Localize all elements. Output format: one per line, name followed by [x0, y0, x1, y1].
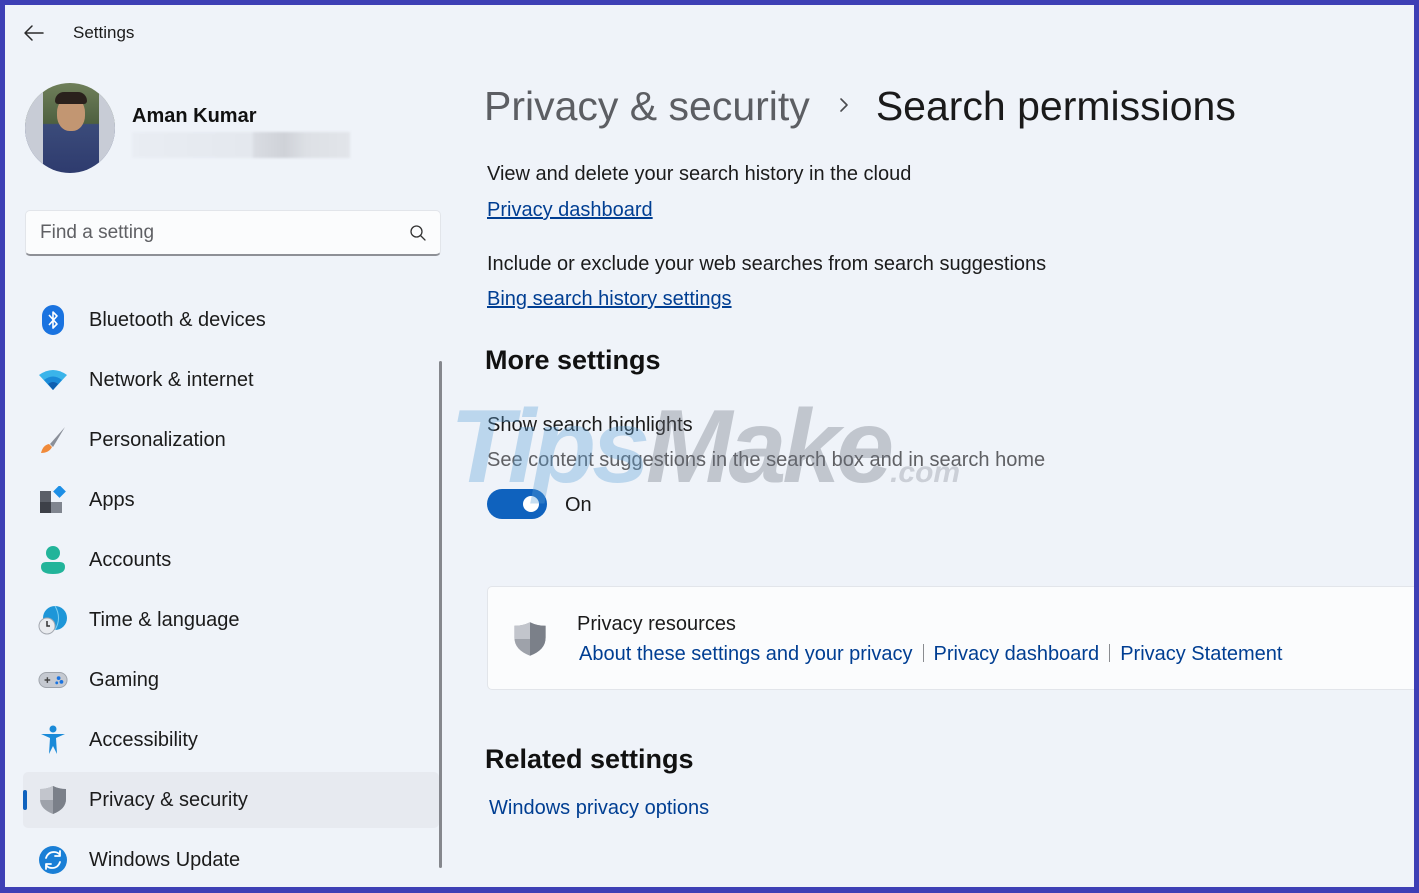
settings-window: Settings Aman Kumar Bluetooth & devices: [5, 5, 1414, 887]
sync-icon: [38, 845, 68, 875]
toggle-state-label: On: [565, 494, 592, 516]
paintbrush-icon: [38, 425, 68, 455]
sidebar-item-label: Apps: [89, 488, 135, 511]
watermark-part: Make: [645, 389, 894, 505]
wifi-icon: [38, 365, 68, 395]
breadcrumb: Privacy & security Search permissions: [484, 83, 1236, 130]
globe-clock-icon: [38, 605, 68, 635]
shield-icon: [38, 785, 68, 815]
sidebar-item-bluetooth-devices[interactable]: Bluetooth & devices: [23, 292, 439, 348]
sidebar-item-gaming[interactable]: Gaming: [23, 652, 439, 708]
toggle-knob: [523, 496, 539, 512]
sidebar-item-apps[interactable]: Apps: [23, 472, 439, 528]
avatar-hair: [55, 92, 87, 104]
privacy-resources-links: About these settings and your privacy Pr…: [579, 643, 1282, 666]
gamepad-icon: [38, 665, 68, 695]
search-icon[interactable]: [396, 211, 440, 255]
link-divider: [922, 644, 924, 662]
sidebar-item-label: Accessibility: [89, 728, 198, 751]
page-title: Search permissions: [875, 83, 1236, 129]
user-email-redacted: [132, 132, 350, 158]
history-cloud-description: View and delete your search history in t…: [487, 163, 912, 185]
sidebar-item-label: Gaming: [89, 668, 160, 691]
sidebar-item-label: Windows Update: [89, 848, 241, 871]
sidebar-item-privacy-security[interactable]: Privacy & security: [23, 772, 439, 828]
privacy-resources-title: Privacy resources: [577, 613, 736, 635]
search-highlights-toggle[interactable]: [487, 489, 547, 519]
sidebar-item-accessibility[interactable]: Accessibility: [23, 712, 439, 768]
privacy-statement-link[interactable]: Privacy Statement: [1120, 643, 1282, 666]
person-icon: [38, 545, 68, 575]
watermark-part: Tips: [450, 389, 650, 505]
search-box[interactable]: [25, 210, 441, 256]
arrow-left-icon: [24, 25, 44, 41]
sidebar-item-label: Bluetooth & devices: [89, 308, 266, 331]
shield-icon: [512, 621, 548, 657]
user-name: Aman Kumar: [132, 105, 257, 127]
chevron-right-icon: [838, 93, 850, 121]
web-searches-description: Include or exclude your web searches fro…: [487, 253, 1047, 275]
sidebar-item-label: Time & language: [89, 608, 240, 631]
accessibility-icon: [38, 725, 68, 755]
link-divider: [1109, 644, 1111, 662]
privacy-resources-card: Privacy resources About these settings a…: [487, 586, 1414, 690]
sidebar-scrollbar[interactable]: [439, 361, 442, 868]
search-highlights-description: See content suggestions in the search bo…: [487, 449, 1046, 471]
selected-indicator: [23, 790, 27, 810]
apps-icon: [38, 485, 68, 515]
related-settings-heading: Related settings: [485, 744, 694, 774]
sidebar-item-label: Personalization: [89, 428, 226, 451]
app-title: Settings: [73, 23, 135, 42]
back-button[interactable]: [21, 21, 47, 45]
bluetooth-icon: [38, 305, 68, 335]
sidebar-item-label: Network & internet: [89, 368, 254, 391]
about-settings-privacy-link[interactable]: About these settings and your privacy: [579, 643, 913, 666]
sidebar-item-label: Privacy & security: [89, 788, 248, 811]
search-highlights-label: Show search highlights: [487, 414, 693, 436]
more-settings-heading: More settings: [485, 345, 661, 375]
bing-search-history-link[interactable]: Bing search history settings: [487, 288, 732, 311]
watermark: TipsMake.com: [450, 395, 960, 499]
sidebar-item-label: Accounts: [89, 548, 172, 571]
sidebar-item-personalization[interactable]: Personalization: [23, 412, 439, 468]
sidebar-item-time-language[interactable]: Time & language: [23, 592, 439, 648]
privacy-dashboard-link[interactable]: Privacy dashboard: [487, 199, 653, 222]
breadcrumb-parent[interactable]: Privacy & security: [484, 83, 810, 130]
privacy-dashboard-link[interactable]: Privacy dashboard: [934, 643, 1100, 666]
sidebar-item-accounts[interactable]: Accounts: [23, 532, 439, 588]
sidebar-item-network-internet[interactable]: Network & internet: [23, 352, 439, 408]
sidebar-nav: Bluetooth & devices Network & internet P…: [23, 292, 439, 887]
search-input[interactable]: [26, 211, 396, 254]
sidebar-item-windows-update[interactable]: Windows Update: [23, 832, 439, 887]
windows-privacy-options-link[interactable]: Windows privacy options: [489, 797, 709, 820]
avatar[interactable]: [25, 83, 115, 173]
